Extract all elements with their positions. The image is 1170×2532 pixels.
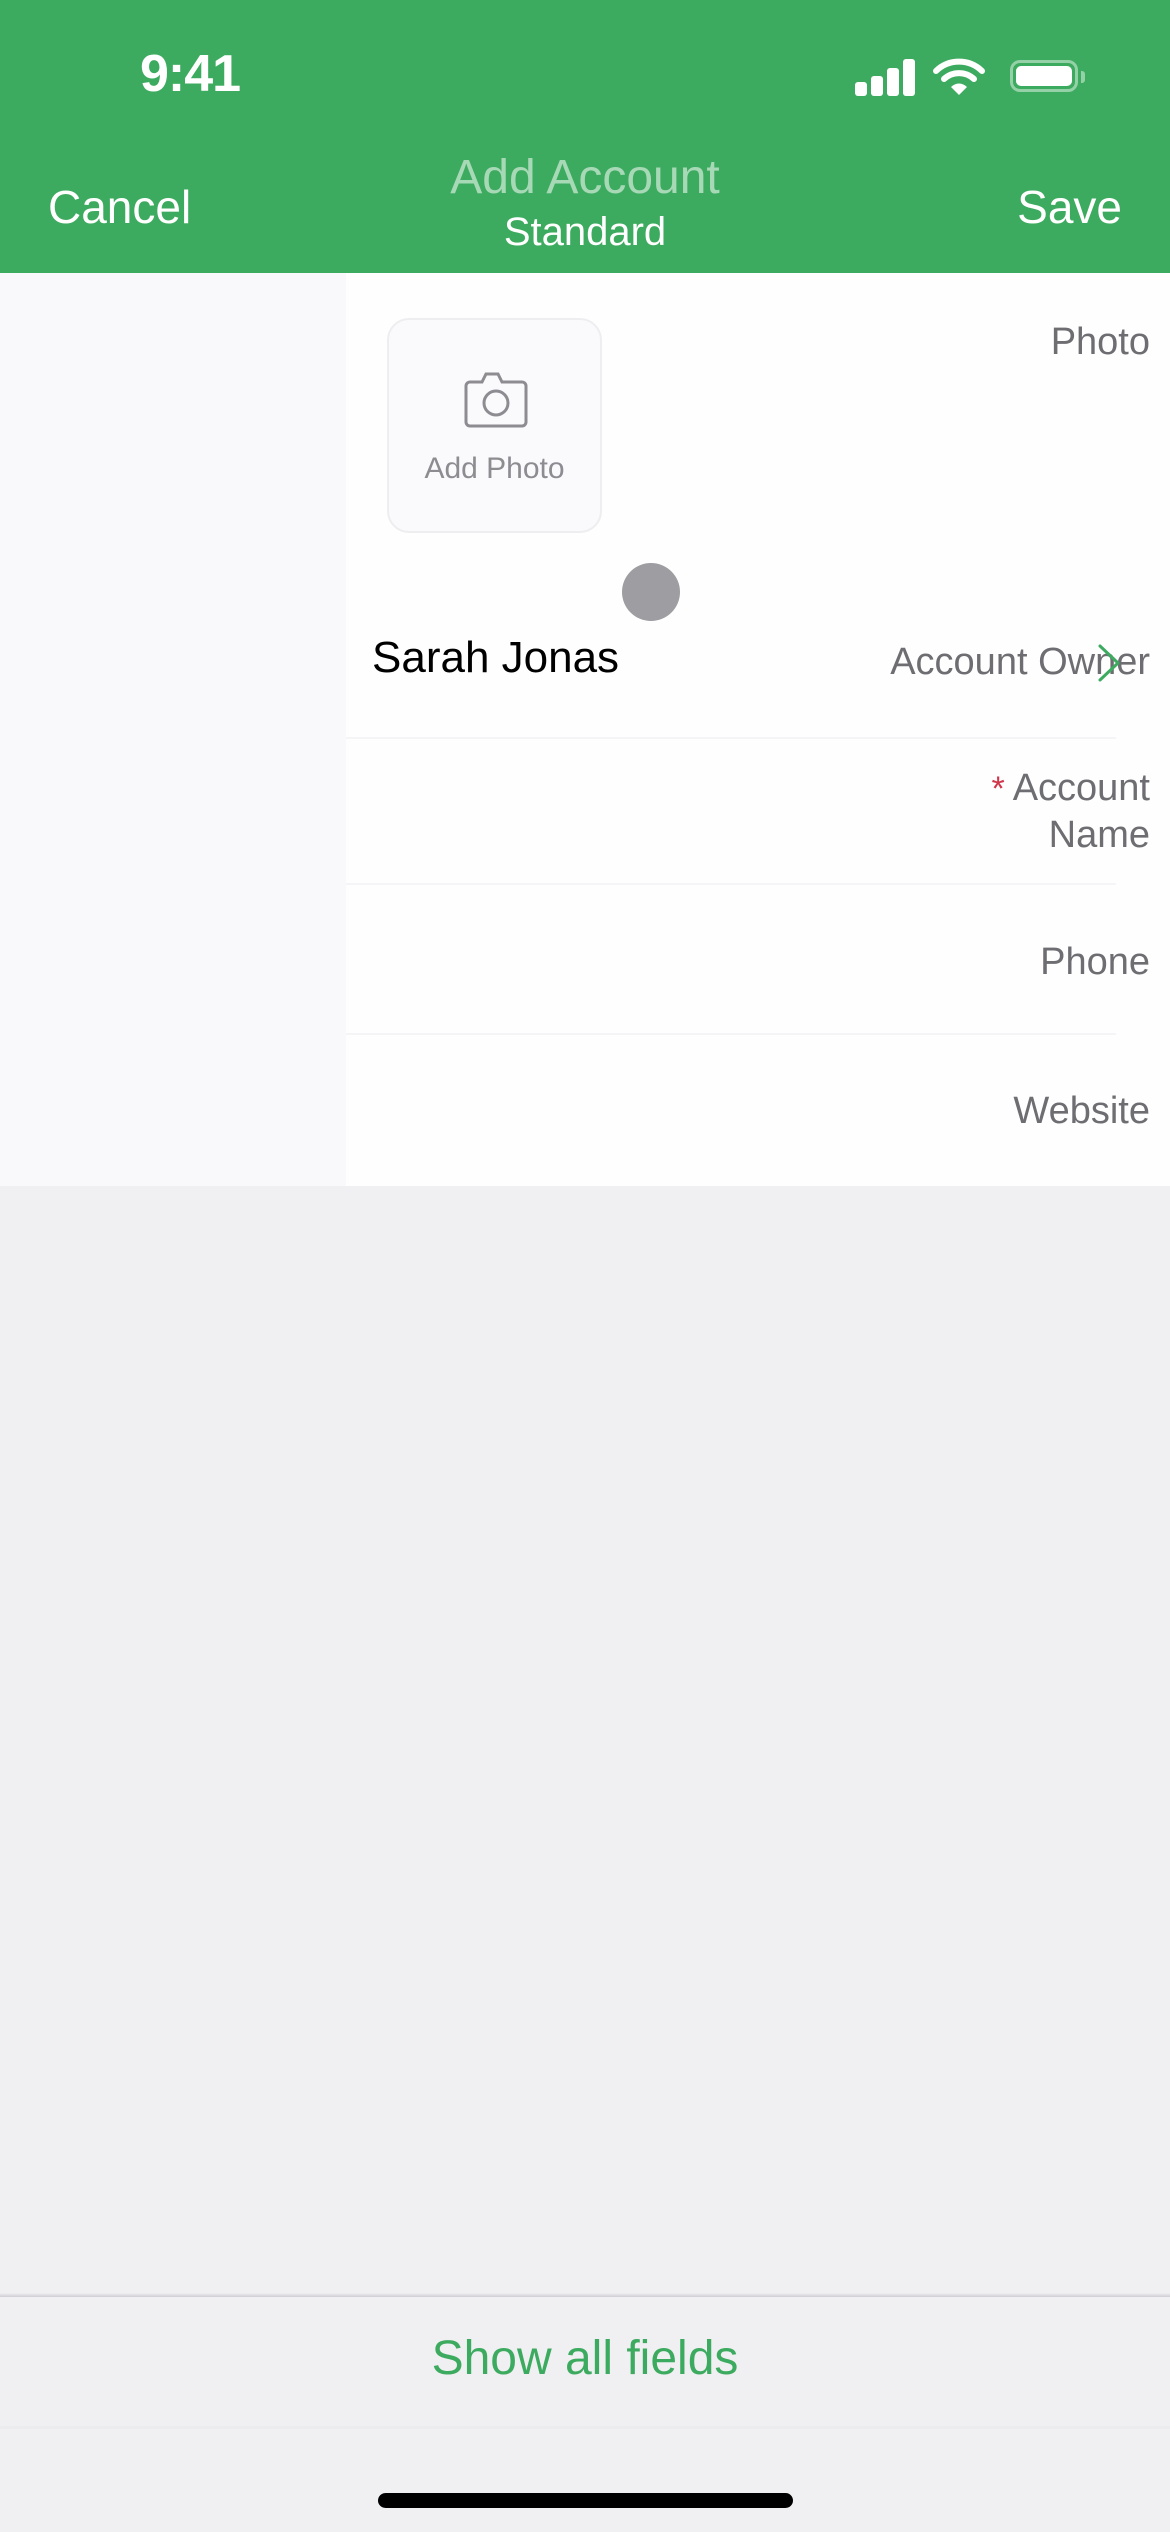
account-owner-field[interactable]: Sarah Jonas [346, 593, 1170, 728]
page-title: Add Account [450, 151, 720, 204]
footer-divider [0, 2293, 1170, 2297]
add-photo-button[interactable]: Add Photo [387, 318, 602, 533]
photo-label: Photo [1050, 321, 1150, 363]
show-all-fields-button[interactable]: Show all fields [0, 2330, 1170, 2387]
battery-icon [1010, 60, 1078, 92]
add-photo-label: Add Photo [424, 452, 565, 485]
account-form: Photo Add Photo Account Owner Sarah Jona… [0, 273, 1170, 1186]
website-input[interactable] [360, 1073, 1114, 1155]
wifi-icon [933, 58, 985, 95]
label-column [0, 273, 346, 1186]
save-button[interactable]: Save [1017, 180, 1122, 234]
status-time: 9:41 [140, 45, 241, 103]
home-indicator [378, 2493, 793, 2508]
camera-icon [464, 372, 528, 428]
phone-input[interactable] [360, 923, 1114, 1005]
row-separator [346, 737, 1116, 739]
navigation-header: 9:41 Cancel Add Account Standard Save [0, 0, 1170, 273]
signal-icon [855, 58, 915, 96]
account-name-input[interactable] [360, 783, 1114, 865]
row-separator [346, 1033, 1116, 1035]
chevron-right-icon [1098, 644, 1120, 682]
record-type-subtitle: Standard [503, 210, 667, 254]
footer-separator [0, 2426, 1170, 2429]
row-separator [346, 883, 1116, 885]
account-owner-value: Sarah Jonas [372, 633, 620, 682]
